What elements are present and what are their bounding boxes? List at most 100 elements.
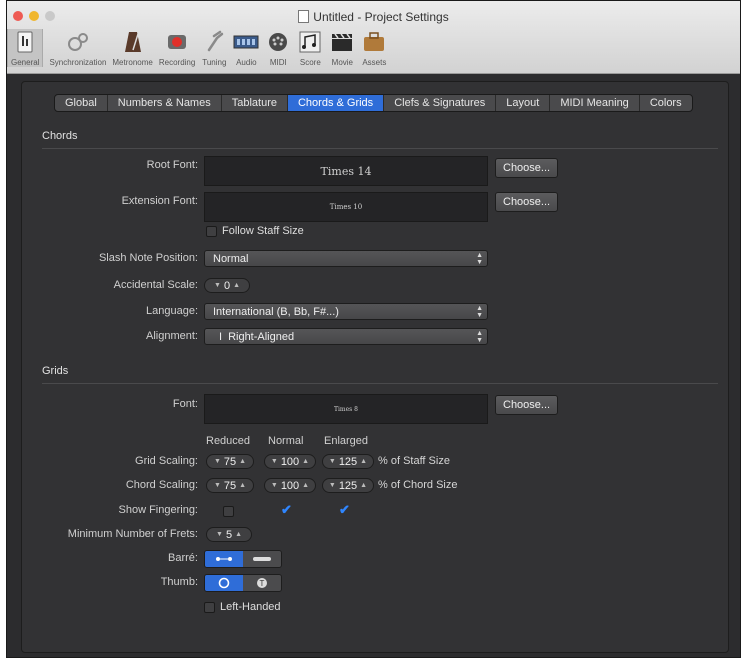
grid-scaling-suffix: % of Staff Size [378, 455, 450, 467]
tab-midi-meaning[interactable]: MIDI Meaning [550, 95, 640, 111]
grid-scaling-reduced-stepper[interactable]: ▼ 75 ▲ [206, 454, 254, 469]
chord-scaling-label: Chord Scaling: [125, 479, 198, 491]
toolbar-item-tuning[interactable]: Tuning [201, 29, 227, 67]
increment-arrow-icon[interactable]: ▲ [239, 482, 246, 489]
grid-font-choose-button[interactable]: Choose... [495, 395, 559, 415]
general-icon [12, 29, 38, 55]
root-font-preview: Times 14 [204, 156, 488, 186]
language-label: Language: [146, 305, 198, 317]
barre-dots-option[interactable] [205, 551, 243, 567]
increment-arrow-icon[interactable]: ▲ [235, 531, 242, 538]
divider [42, 148, 718, 149]
tab-colors[interactable]: Colors [640, 95, 692, 111]
accidental-scale-stepper[interactable]: ▼ 0 ▲ [204, 278, 250, 293]
toolbar-items: General Synchronization Metronome Record… [7, 29, 393, 67]
toolbar-item-assets[interactable]: Assets [361, 29, 387, 67]
decrement-arrow-icon[interactable]: ▼ [214, 282, 221, 289]
metronome-icon [120, 29, 146, 55]
column-header-enlarged: Enlarged [324, 435, 369, 447]
left-handed-label: Left-Handed [220, 601, 281, 613]
increment-arrow-icon[interactable]: ▲ [360, 458, 367, 465]
language-popup[interactable]: International (B, Bb, F#...) ▲ ▼ [204, 303, 488, 320]
toolbar-item-audio[interactable]: Audio [233, 29, 259, 67]
decrement-arrow-icon[interactable]: ▼ [271, 458, 278, 465]
decrement-arrow-icon[interactable]: ▼ [271, 482, 278, 489]
thumb-filled-option[interactable]: T [243, 575, 281, 591]
barre-label: Barré: [168, 552, 198, 564]
thumb-circle-option[interactable] [205, 575, 243, 591]
alignment-bar-icon: I [219, 330, 223, 343]
root-font-label: Root Font: [146, 159, 198, 171]
tab-bar: Global Numbers & Names Tablature Chords … [54, 94, 693, 112]
grid-scaling-normal-stepper[interactable]: ▼ 100 ▲ [264, 454, 316, 469]
extension-font-choose-button[interactable]: Choose... [495, 192, 559, 212]
follow-staff-size-label: Follow Staff Size [222, 225, 304, 237]
show-fingering-enlarged-checkbox[interactable]: ✔ [339, 503, 350, 516]
increment-arrow-icon[interactable]: ▲ [233, 282, 240, 289]
grids-section-title: Grids [42, 365, 69, 377]
toolbar: Untitled - Project Settings General Sync… [7, 1, 740, 74]
column-header-normal: Normal [268, 435, 304, 447]
tab-layout[interactable]: Layout [496, 95, 551, 111]
score-icon [297, 29, 323, 55]
left-handed-checkbox[interactable] [204, 602, 215, 613]
svg-text:T: T [260, 579, 265, 588]
extension-font-label: Extension Font: [121, 195, 198, 207]
toolbar-item-movie[interactable]: Movie [329, 29, 355, 67]
alignment-popup[interactable]: I Right-Aligned ▲ ▼ [204, 328, 488, 345]
increment-arrow-icon[interactable]: ▲ [239, 458, 246, 465]
chord-scaling-enlarged-stepper[interactable]: ▼ 125 ▲ [322, 478, 374, 493]
show-fingering-reduced-checkbox[interactable] [223, 506, 234, 517]
decrement-arrow-icon[interactable]: ▼ [216, 531, 223, 538]
document-icon [298, 10, 310, 23]
toolbar-item-general[interactable]: General [7, 29, 44, 67]
audio-icon [233, 29, 259, 55]
grid-font-label: Font: [172, 398, 198, 410]
tab-numbers-names[interactable]: Numbers & Names [108, 95, 222, 111]
tab-chords-grids[interactable]: Chords & Grids [287, 95, 385, 111]
chord-scaling-suffix: % of Chord Size [378, 479, 458, 491]
chevron-updown-icon: ▲ ▼ [476, 252, 483, 266]
thumb-segmented-control: T [204, 574, 282, 592]
toolbar-item-synchronization[interactable]: Synchronization [49, 29, 106, 67]
grid-scaling-enlarged-stepper[interactable]: ▼ 125 ▲ [322, 454, 374, 469]
decrement-arrow-icon[interactable]: ▼ [214, 482, 221, 489]
movie-icon [329, 29, 355, 55]
increment-arrow-icon[interactable]: ▲ [360, 482, 367, 489]
toolbar-item-metronome[interactable]: Metronome [112, 29, 153, 67]
chord-scaling-normal-stepper[interactable]: ▼ 100 ▲ [264, 478, 316, 493]
synchronization-icon [65, 29, 91, 55]
grid-scaling-label: Grid Scaling: [135, 455, 198, 467]
tab-clefs-signatures[interactable]: Clefs & Signatures [384, 95, 497, 111]
decrement-arrow-icon[interactable]: ▼ [214, 458, 221, 465]
chords-section-title: Chords [42, 130, 78, 142]
increment-arrow-icon[interactable]: ▲ [302, 482, 309, 489]
toolbar-item-recording[interactable]: Recording [159, 29, 195, 67]
tab-global[interactable]: Global [55, 95, 108, 111]
toolbar-item-midi[interactable]: MIDI [265, 29, 291, 67]
settings-panel: Global Numbers & Names Tablature Chords … [21, 81, 729, 653]
increment-arrow-icon[interactable]: ▲ [302, 458, 309, 465]
record-icon [164, 29, 190, 55]
divider [42, 383, 718, 384]
decrement-arrow-icon[interactable]: ▼ [329, 458, 336, 465]
accidental-scale-label: Accidental Scale: [113, 279, 198, 291]
slash-note-position-label: Slash Note Position: [98, 252, 198, 264]
barre-segmented-control [204, 550, 282, 568]
tuning-fork-icon [201, 29, 227, 55]
show-fingering-normal-checkbox[interactable]: ✔ [281, 503, 292, 516]
show-fingering-label: Show Fingering: [118, 504, 199, 516]
grid-font-preview: Times 8 [204, 394, 488, 424]
chord-scaling-reduced-stepper[interactable]: ▼ 75 ▲ [206, 478, 254, 493]
decrement-arrow-icon[interactable]: ▼ [329, 482, 336, 489]
barre-bar-option[interactable] [243, 551, 281, 567]
toolbar-item-score[interactable]: Score [297, 29, 323, 67]
root-font-choose-button[interactable]: Choose... [495, 158, 559, 178]
follow-staff-size-checkbox[interactable] [206, 226, 217, 237]
midi-icon [265, 29, 291, 55]
min-frets-stepper[interactable]: ▼ 5 ▲ [206, 527, 252, 542]
extension-font-preview: Times 10 [204, 192, 488, 222]
slash-note-position-popup[interactable]: Normal ▲ ▼ [204, 250, 488, 267]
tab-tablature[interactable]: Tablature [222, 95, 288, 111]
chevron-updown-icon: ▲ ▼ [476, 305, 483, 319]
